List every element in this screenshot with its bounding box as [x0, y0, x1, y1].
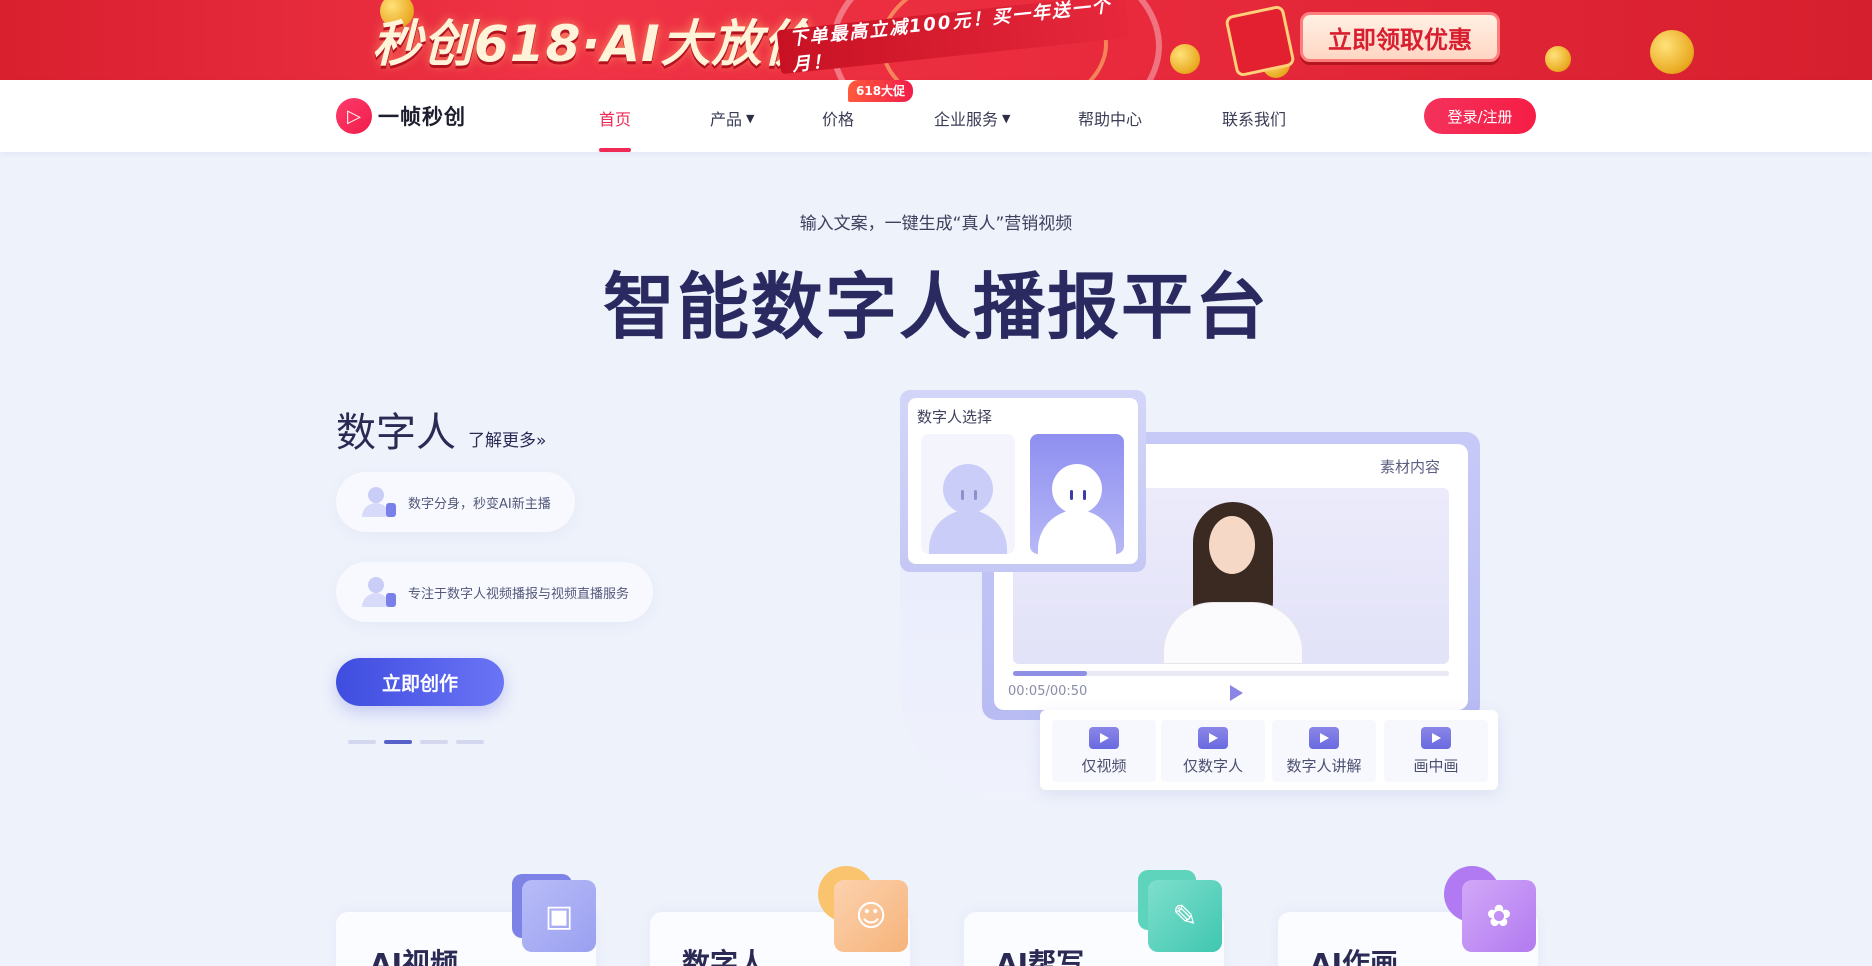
- feature-title: 数字人: [336, 410, 456, 456]
- feature-card-title: AI帮写: [996, 947, 1085, 966]
- carousel-dot[interactable]: [348, 740, 376, 744]
- presenter-image: [1163, 502, 1303, 664]
- login-register-button[interactable]: 登录/注册: [1424, 98, 1536, 134]
- mode-label: 仅视频: [1081, 757, 1127, 775]
- feature-pill-text: 专注于数字人视频播报与视频直播服务: [408, 586, 630, 602]
- logo-text: 一帧秒创: [378, 105, 466, 129]
- nav-item-label: 企业服务: [934, 110, 999, 129]
- nav-item-label: 联系我们: [1222, 110, 1287, 129]
- avatar-option-selected[interactable]: [1030, 434, 1124, 554]
- coin-decoration: [1650, 30, 1694, 74]
- banner-claim-button[interactable]: 立即领取优惠: [1300, 12, 1500, 62]
- mode-avatar-only[interactable]: 仅数字人: [1161, 720, 1265, 782]
- promo-banner[interactable]: 秒创618·AI大放价 下单最高立减100元！买一年送一个月！ 立即领取优惠: [0, 0, 1872, 80]
- caret-down-icon: ▼: [1002, 111, 1011, 125]
- nav-item-help[interactable]: 帮助中心: [1078, 106, 1142, 130]
- avatar-select-label: 数字人选择: [917, 408, 993, 426]
- mode-label: 数字人讲解: [1286, 757, 1362, 775]
- nav-item-contact[interactable]: 联系我们: [1222, 106, 1286, 130]
- nav-item-label: 首页: [599, 110, 632, 129]
- feature-pill: 数字分身，秒变AI新主播: [336, 472, 575, 532]
- carousel-dot[interactable]: [456, 740, 484, 744]
- material-content-label: 素材内容: [1380, 458, 1441, 476]
- carousel-indicator: [348, 740, 484, 744]
- hero-subtitle: 输入文案，一键生成“真人”营销视频: [799, 214, 1073, 234]
- hero-title: 智能数字人播报平台: [602, 265, 1269, 349]
- caret-down-icon: ▼: [746, 111, 755, 125]
- mode-label: 画中画: [1413, 757, 1459, 775]
- feature-pill: 专注于数字人视频播报与视频直播服务: [336, 562, 654, 622]
- nav-item-products[interactable]: 产品 ▼: [710, 106, 754, 130]
- video-progress-bar[interactable]: [1013, 671, 1449, 676]
- banner-title: 秒创618·AI大放价: [372, 15, 814, 73]
- mode-avatar-explain[interactable]: 数字人讲解: [1272, 720, 1376, 782]
- video-time: 00:05/00:50: [1008, 684, 1088, 699]
- feature-heading: 数字人 了解更多»: [336, 400, 546, 458]
- nav-active-indicator: [599, 148, 631, 152]
- palette-icon: ✿: [1462, 880, 1536, 952]
- feature-card-title: 数字人: [682, 947, 767, 966]
- mode-picture-in-picture[interactable]: 画中画: [1384, 720, 1488, 782]
- video-progress-fill: [1013, 671, 1088, 676]
- top-navigation: ▷ 一帧秒创 首页 产品 ▼ 价格 618大促 企业服务 ▼ 帮助中心 联系我们…: [0, 80, 1872, 152]
- digital-avatar-icon: [360, 485, 396, 519]
- nav-item-label: 产品: [710, 110, 743, 129]
- banner-subtitle: 下单最高立减100元！买一年送一个月！: [788, 0, 1113, 76]
- pip-icon: [1421, 727, 1451, 749]
- create-now-button[interactable]: 立即创作: [336, 658, 504, 706]
- carousel-dot[interactable]: [420, 740, 448, 744]
- avatar-option[interactable]: [921, 434, 1015, 554]
- red-envelope-icon: [1224, 4, 1296, 78]
- logo[interactable]: ▷ 一帧秒创: [336, 98, 466, 134]
- avatar-frame-icon: [1198, 727, 1228, 749]
- microphone-avatar-icon: [360, 575, 396, 609]
- feature-card-title: AI作画: [1310, 947, 1399, 966]
- learn-more-link[interactable]: 了解更多»: [468, 426, 546, 451]
- image-icon: ▣: [522, 880, 596, 952]
- promo-badge: 618大促: [848, 80, 914, 102]
- carousel-dot-active[interactable]: [384, 740, 412, 744]
- feature-card-title: AI视频: [370, 947, 459, 966]
- feature-pill-text: 数字分身，秒变AI新主播: [408, 496, 551, 512]
- mode-video-only[interactable]: 仅视频: [1052, 720, 1156, 782]
- nav-item-enterprise[interactable]: 企业服务 ▼: [934, 106, 1010, 130]
- video-icon: [1089, 727, 1119, 749]
- coin-decoration: [1545, 46, 1571, 72]
- pen-icon: ✎: [1148, 880, 1222, 952]
- coin-decoration: [1170, 44, 1200, 74]
- nav-item-home[interactable]: 首页: [599, 106, 631, 130]
- banner-ribbon: 下单最高立减100元！买一年送一个月！: [776, 0, 1130, 76]
- presentation-icon: [1309, 727, 1339, 749]
- logo-play-icon: ▷: [336, 98, 372, 134]
- mode-label: 仅数字人: [1182, 757, 1243, 775]
- nav-item-label: 帮助中心: [1078, 110, 1143, 129]
- nav-item-label: 价格: [822, 110, 855, 129]
- nav-item-pricing[interactable]: 价格: [822, 106, 854, 130]
- voice-avatar-icon: ☺: [834, 880, 908, 952]
- play-icon[interactable]: [1230, 685, 1243, 701]
